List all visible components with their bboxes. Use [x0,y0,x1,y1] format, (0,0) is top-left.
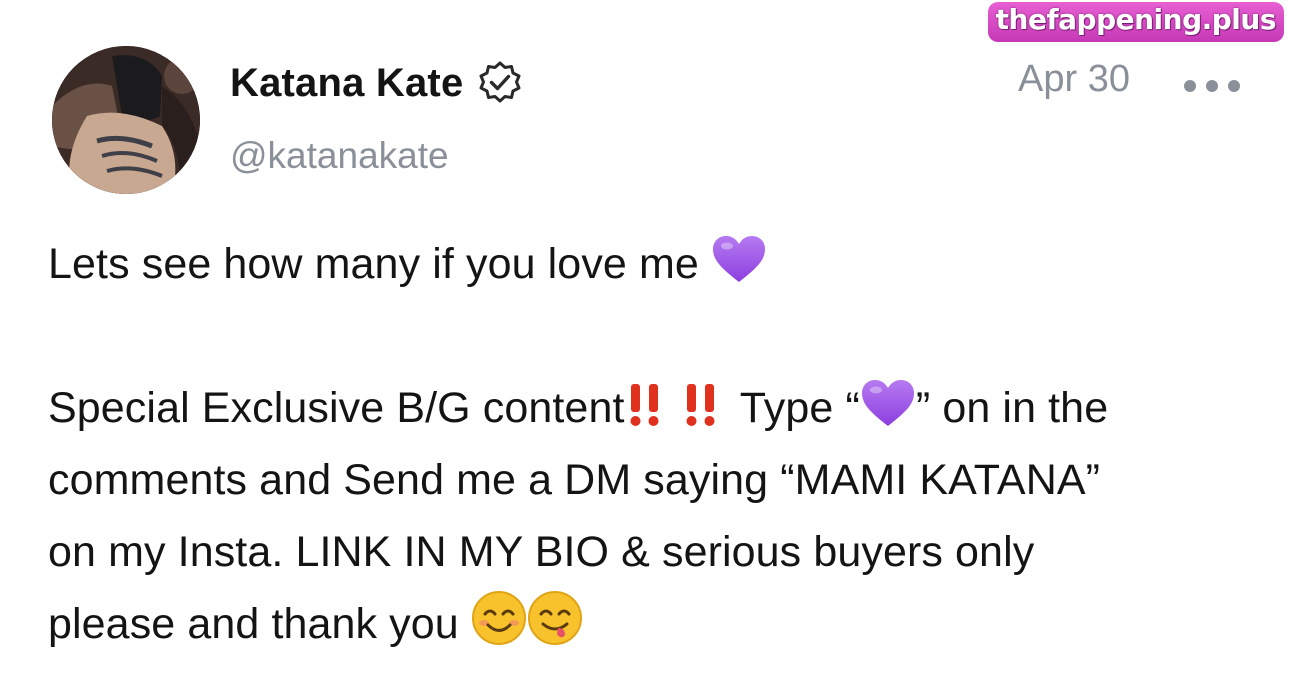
more-options-icon [1184,80,1196,92]
purple-heart-emoji [860,378,916,430]
post-line: on my Insta. LINK IN MY BIO & serious bu… [48,516,1248,588]
post-line: comments and Send me a DM saying “MAMI K… [48,444,1248,516]
author-display-name[interactable]: Katana Kate [230,61,463,106]
post-text: please and thank you [48,600,459,648]
watermark-logo: thefappening.plus [987,2,1284,42]
post-text: on my Insta. LINK IN MY BIO & serious bu… [48,528,1035,576]
more-options-icon [1206,80,1218,92]
author-handle[interactable]: @katanakate [230,135,449,177]
post-text: Type “ [728,384,860,432]
verified-badge-icon [477,60,523,106]
author-name-row: Katana Kate [230,58,523,108]
post-line: please and thank you [48,588,1248,660]
post-text: comments and Send me a DM saying “MAMI K… [48,456,1101,504]
post-date[interactable]: Apr 30 [1018,58,1130,101]
avatar-photo [52,46,200,194]
post-text: ” on in the [915,384,1109,432]
double-exclamation-emoji [677,380,729,430]
smiling-face-emoji [471,590,527,646]
post-text: Special Exclusive B/G content [48,384,625,432]
post-line: Lets see how many if you love me [48,228,1248,300]
more-options-button[interactable] [1184,74,1240,98]
purple-heart-emoji [711,234,767,286]
savoring-food-face-emoji [527,590,583,646]
post-body: Lets see how many if you love me Special… [48,228,1248,660]
more-options-icon [1228,80,1240,92]
avatar[interactable] [52,46,200,194]
post-text: Lets see how many if you love me [48,240,699,288]
post-line: Special Exclusive B/G content Type “ ” o… [48,372,1248,444]
double-exclamation-emoji [625,380,677,430]
